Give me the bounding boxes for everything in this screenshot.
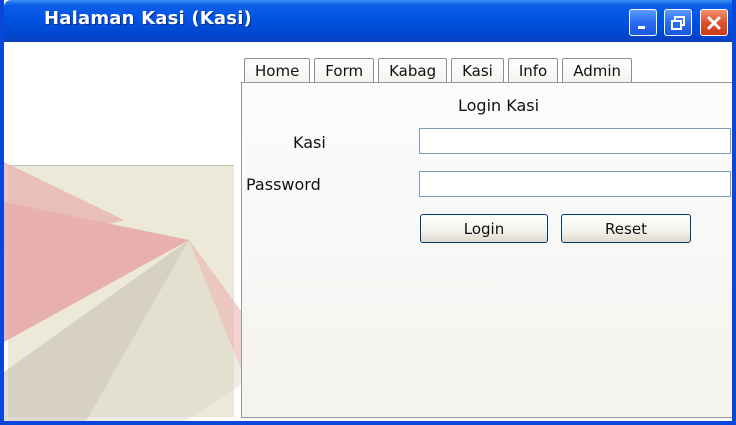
password-input[interactable]: [419, 171, 731, 197]
tab-kabag[interactable]: Kabag: [378, 58, 448, 83]
form-title: Login Kasi: [458, 96, 540, 115]
close-icon: [707, 16, 721, 29]
tab-home[interactable]: Home: [244, 58, 311, 83]
password-label: Password: [246, 175, 321, 194]
tab-kasi[interactable]: Kasi: [451, 58, 504, 83]
minimize-button[interactable]: [629, 9, 657, 36]
tab-admin[interactable]: Admin: [562, 58, 633, 83]
minimize-icon: [638, 25, 645, 29]
maximize-button[interactable]: [664, 9, 692, 36]
close-button[interactable]: [700, 9, 728, 36]
window-title: Halaman Kasi (Kasi): [44, 8, 252, 29]
title-bar[interactable]: Halaman Kasi (Kasi): [4, 0, 732, 42]
kasi-label: Kasi: [293, 133, 326, 152]
restore-icon: [671, 15, 685, 30]
login-button[interactable]: Login: [420, 214, 548, 243]
kasi-input[interactable]: [419, 128, 731, 154]
tab-info[interactable]: Info: [507, 58, 559, 83]
reset-button[interactable]: Reset: [561, 214, 691, 243]
app-window: Halaman Kasi (Kasi) INSTITUT BI Home: [0, 0, 736, 425]
tab-bar: Home Form Kabag Kasi Info Admin: [244, 58, 633, 83]
side-panel: [8, 165, 234, 417]
tab-form[interactable]: Form: [314, 58, 375, 83]
